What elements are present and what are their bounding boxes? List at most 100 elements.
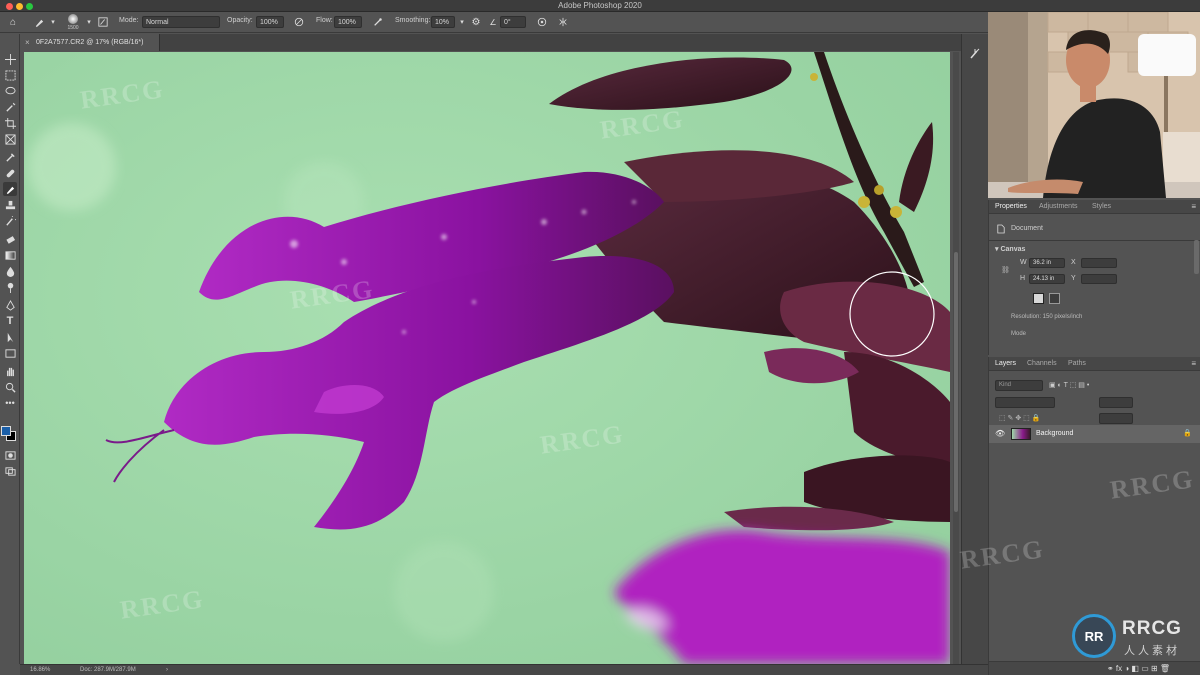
panel-menu-icon[interactable]: ≡ xyxy=(1191,359,1196,368)
marquee-tool-icon[interactable] xyxy=(3,68,17,82)
canvas-section-header[interactable]: ▾ Canvas xyxy=(995,245,1025,253)
close-icon[interactable]: × xyxy=(25,38,30,47)
zoom-level[interactable]: 16.86% xyxy=(30,667,50,673)
mode-label: Mode xyxy=(1011,331,1027,337)
y-input[interactable] xyxy=(1081,274,1117,284)
layer-filter-select[interactable]: Kind xyxy=(995,380,1043,391)
more-tools-icon[interactable]: ••• xyxy=(3,396,17,410)
layer-opacity-input[interactable] xyxy=(1099,397,1133,408)
brush-preset-picker[interactable]: 1500 xyxy=(64,13,82,32)
pen-tool-icon[interactable] xyxy=(3,298,17,312)
healing-brush-tool-icon[interactable] xyxy=(3,166,17,180)
angle-icon: ∠ xyxy=(489,17,497,27)
angle-input[interactable]: 0° xyxy=(500,16,526,28)
dodge-tool-icon[interactable] xyxy=(3,280,17,294)
zoom-tool-icon[interactable] xyxy=(3,380,17,394)
tab-adjustments[interactable]: Adjustments xyxy=(1039,203,1078,210)
move-tool-icon[interactable] xyxy=(3,52,17,66)
document-tab-title: 0F2A7577.CR2 @ 17% (RGB/16*) xyxy=(36,39,144,46)
x-label: X xyxy=(1071,259,1076,266)
layer-thumbnail xyxy=(1011,428,1031,440)
layer-actions-icons[interactable]: ⚭ fx ◑ ◧ ▭ ⊞ 🗑 xyxy=(1107,664,1170,673)
tools-panel: T ••• xyxy=(0,34,20,664)
width-input[interactable]: 36.2 in xyxy=(1029,258,1065,268)
resolution-label: Resolution: 150 pixels/inch xyxy=(1011,314,1083,320)
magic-wand-tool-icon[interactable] xyxy=(3,100,17,114)
lock-icons[interactable]: ⬚ ✎ ✥ ⬚ 🔒 xyxy=(999,414,1040,422)
brush-tool-icon[interactable] xyxy=(32,15,46,29)
doc-size: Doc: 287.9M/287.9M xyxy=(80,667,136,673)
fill-input[interactable] xyxy=(1099,413,1133,424)
document-canvas[interactable] xyxy=(24,52,950,664)
landscape-orientation-button[interactable] xyxy=(1049,293,1060,304)
brush-tool-icon[interactable] xyxy=(3,182,17,196)
canvas-section-label: Canvas xyxy=(1000,246,1026,253)
link-dimensions-icon[interactable]: ⛓ xyxy=(1001,266,1010,274)
rectangle-tool-icon[interactable] xyxy=(3,346,17,360)
path-selection-tool-icon[interactable] xyxy=(3,330,17,344)
document-tab[interactable]: × 0F2A7577.CR2 @ 17% (RGB/16*) xyxy=(20,34,160,51)
mode-label: Mode: xyxy=(119,17,139,24)
tab-channels[interactable]: Channels xyxy=(1027,360,1057,367)
height-input[interactable]: 24.13 in xyxy=(1029,274,1065,284)
x-input[interactable] xyxy=(1081,258,1117,268)
clone-stamp-tool-icon[interactable] xyxy=(3,198,17,212)
brush-settings-icon[interactable] xyxy=(96,15,110,29)
airbrush-icon[interactable] xyxy=(371,15,385,29)
symmetry-icon[interactable] xyxy=(556,15,570,29)
pressure-opacity-icon[interactable] xyxy=(292,15,306,29)
logo-main-text: RRCG xyxy=(1122,618,1182,639)
tab-paths[interactable]: Paths xyxy=(1068,360,1086,367)
tab-styles[interactable]: Styles xyxy=(1092,203,1111,210)
opacity-input[interactable]: 100% xyxy=(256,16,284,28)
frame-tool-icon[interactable] xyxy=(3,132,17,146)
smoothing-label: Smoothing: xyxy=(395,17,431,24)
crop-tool-icon[interactable] xyxy=(3,116,17,130)
lock-icon: 🔒 xyxy=(1183,430,1192,437)
layer-row[interactable]: 👁 Background 🔒 xyxy=(989,425,1200,443)
layer-name: Background xyxy=(1036,430,1074,437)
brush-size-label: 1500 xyxy=(67,25,79,31)
properties-panel: Properties Adjustments Styles ≡ Document… xyxy=(988,200,1200,355)
gear-icon[interactable]: ⚙ xyxy=(469,15,483,29)
eyedropper-tool-icon[interactable] xyxy=(3,150,17,164)
canvas-vertical-scrollbar[interactable] xyxy=(953,52,959,664)
canvas-image xyxy=(24,52,950,664)
scrollbar-thumb[interactable] xyxy=(954,252,958,512)
portrait-orientation-button[interactable] xyxy=(1033,293,1044,304)
smoothing-input[interactable]: 10% xyxy=(431,16,455,28)
tab-layers[interactable]: Layers xyxy=(995,360,1016,367)
gradient-tool-icon[interactable] xyxy=(3,248,17,262)
lasso-tool-icon[interactable] xyxy=(3,84,17,98)
divider xyxy=(989,240,1200,241)
flow-input[interactable]: 100% xyxy=(334,16,362,28)
rrcg-logo: RR RRCG 人人素材 xyxy=(1070,612,1194,664)
eraser-tool-icon[interactable] xyxy=(3,232,17,246)
document-tab-bar: × 0F2A7577.CR2 @ 17% (RGB/16*) xyxy=(20,34,988,51)
mode-select[interactable]: Normal xyxy=(142,16,220,28)
tab-properties[interactable]: Properties xyxy=(995,203,1027,210)
chevron-down-icon[interactable]: ▾ xyxy=(455,15,469,29)
brush-settings-panel-icon[interactable] xyxy=(969,48,983,62)
properties-scrollbar[interactable] xyxy=(1194,240,1199,274)
foreground-color-swatch[interactable] xyxy=(1,426,11,436)
blur-tool-icon[interactable] xyxy=(3,264,17,278)
history-brush-tool-icon[interactable] xyxy=(3,214,17,228)
type-tool-icon[interactable]: T xyxy=(3,314,17,328)
pressure-size-icon[interactable] xyxy=(535,15,549,29)
filter-icons[interactable]: ▣ ◐ T ⬚ ▤ • xyxy=(1049,381,1089,389)
properties-tabs: Properties Adjustments Styles ≡ xyxy=(989,200,1200,214)
chevron-down-icon[interactable]: ▾ xyxy=(82,15,96,29)
quick-mask-icon[interactable] xyxy=(3,448,17,462)
brush-tip-icon xyxy=(68,14,78,24)
chevron-down-icon[interactable]: ▾ xyxy=(46,15,60,29)
panel-menu-icon[interactable]: ≡ xyxy=(1191,202,1196,211)
eye-icon[interactable]: 👁 xyxy=(995,429,1005,438)
status-menu-icon[interactable]: › xyxy=(166,667,168,673)
panel-dock xyxy=(961,34,988,664)
hand-tool-icon[interactable] xyxy=(3,364,17,378)
blend-mode-select[interactable] xyxy=(995,397,1055,408)
width-label: W xyxy=(1020,259,1027,266)
screen-mode-icon[interactable] xyxy=(3,464,17,478)
home-icon[interactable]: ⌂ xyxy=(6,15,20,29)
